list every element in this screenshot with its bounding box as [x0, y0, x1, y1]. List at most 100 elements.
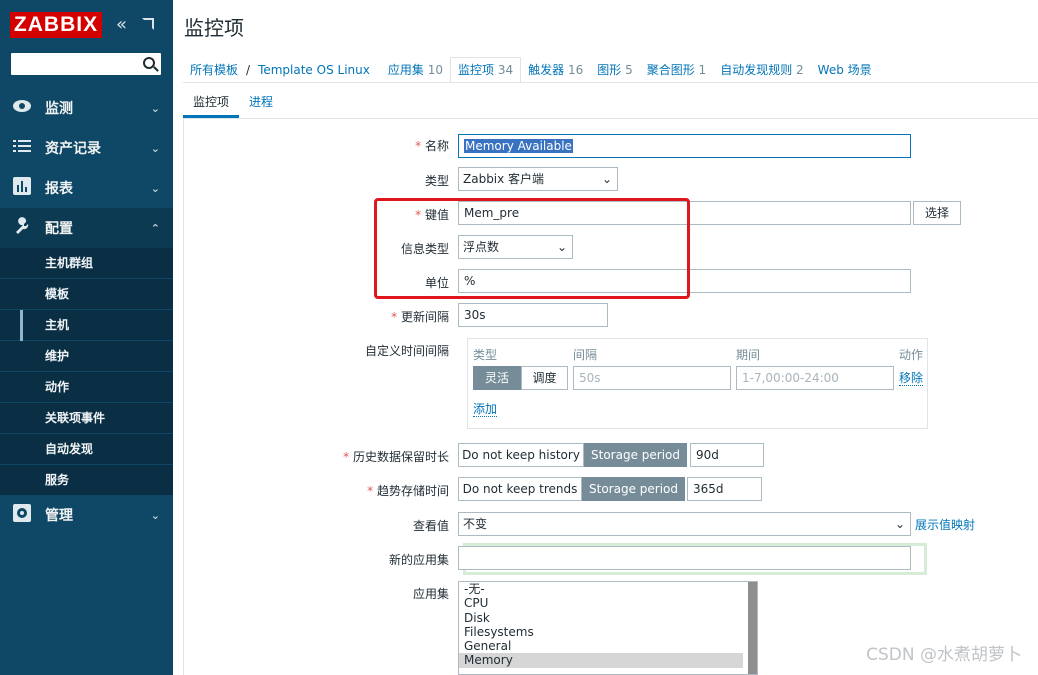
period-placeholder: 1-7,00:00-24:00 [742, 371, 839, 385]
list-icon [11, 139, 33, 157]
history-do-not-keep[interactable]: Do not keep history [458, 443, 584, 467]
form-tabs: 监控项 进程 [183, 88, 283, 118]
breadcrumb-all-templates[interactable]: 所有模板 [183, 58, 245, 82]
breadcrumb-items[interactable]: 监控项 34 [449, 57, 522, 83]
breadcrumb-divider [183, 82, 1038, 83]
breadcrumb-label: 监控项 [457, 63, 494, 77]
submenu-item-hosts[interactable]: 主机 [0, 310, 173, 341]
period-input[interactable]: 1-7,00:00-24:00 [736, 366, 894, 390]
trends-do-not-keep[interactable]: Do not keep trends [458, 477, 582, 501]
breadcrumb-label: 聚合图形 [646, 63, 695, 77]
chevron-down-icon: ⌄ [150, 141, 160, 155]
search-icon[interactable] [143, 57, 155, 69]
breadcrumb-applications[interactable]: 应用集 10 [381, 58, 450, 82]
key-select-button[interactable]: 选择 [913, 201, 961, 225]
type-value: Zabbix 客户端 [463, 172, 545, 186]
chevron-down-icon: ⌄ [894, 517, 905, 531]
kiosk-mode-icon[interactable] [142, 18, 154, 30]
update-interval-input[interactable]: 30s [458, 303, 608, 327]
header-action: 动作 [899, 348, 924, 362]
interval-input[interactable]: 50s [573, 366, 731, 390]
breadcrumb-screens[interactable]: 聚合图形 1 [640, 58, 713, 82]
type-label: 类型 [424, 174, 449, 188]
add-link[interactable]: 添加 [473, 402, 498, 417]
listbox-scrollbar[interactable] [748, 582, 757, 674]
breadcrumb-count: 1 [698, 63, 707, 77]
tab-preprocessing[interactable]: 进程 [239, 88, 283, 118]
breadcrumb-label: 自动发现规则 [720, 63, 793, 77]
application-option[interactable]: Disk [459, 611, 757, 625]
breadcrumb-web-scenarios[interactable]: Web 场景 [811, 58, 879, 82]
item-form: 名称 Memory Available 类型 Zabbix 客户端⌄ 键值 Me… [183, 119, 1038, 675]
submenu-item-actions[interactable]: 动作 [0, 372, 173, 403]
name-label: 名称 [184, 137, 449, 154]
tab-item[interactable]: 监控项 [183, 88, 240, 118]
breadcrumb-graphs[interactable]: 图形 5 [590, 58, 639, 82]
trends-label: 趋势存储时间 [184, 482, 449, 499]
flexible-toggle[interactable]: 灵活 [473, 366, 521, 390]
application-option-selected[interactable]: Memory [459, 653, 743, 668]
breadcrumb-count: 16 [567, 63, 584, 77]
interval-placeholder: 50s [579, 371, 601, 385]
zabbix-logo[interactable]: ZABBIX [10, 12, 102, 38]
submenu-item-services[interactable]: 服务 [0, 465, 173, 496]
main-content: 监控项 所有模板 / Template OS Linux 应用集 10 监控项 … [173, 0, 1038, 675]
breadcrumb: 所有模板 / Template OS Linux 应用集 10 监控项 34 触… [183, 57, 879, 83]
nav-label: 监测 [45, 101, 73, 117]
name-input[interactable]: Memory Available [458, 134, 911, 158]
trends-input[interactable]: 365d [687, 477, 762, 501]
annotation-highlight-box [374, 198, 690, 299]
nav-administration[interactable]: 管理 ⌄ [0, 495, 173, 535]
application-option[interactable]: CPU [459, 596, 757, 610]
submenu-item-maintenance[interactable]: 维护 [0, 341, 173, 372]
history-input[interactable]: 90d [690, 443, 764, 467]
chevron-down-icon: ⌄ [150, 101, 160, 115]
nav-reports[interactable]: 报表 ⌄ [0, 168, 173, 208]
breadcrumb-label: 应用集 [387, 63, 424, 77]
chevron-up-icon: ⌃ [150, 221, 160, 235]
application-option[interactable]: Filesystems [459, 625, 757, 639]
breadcrumb-template[interactable]: Template OS Linux [251, 58, 377, 82]
history-label: 历史数据保留时长 [184, 448, 449, 465]
page-title: 监控项 [184, 16, 244, 40]
nav-monitoring[interactable]: 监测 ⌄ [0, 88, 173, 128]
new-application-input[interactable] [458, 546, 911, 570]
header-interval: 间隔 [573, 348, 598, 362]
wrench-icon [11, 217, 33, 239]
nav-label: 管理 [45, 508, 73, 524]
show-value-label: 查看值 [412, 519, 449, 533]
collapse-sidebar-icon[interactable]: « [116, 14, 127, 35]
header-period: 期间 [736, 348, 761, 362]
submenu-item-templates[interactable]: 模板 [0, 279, 173, 310]
history-storage-period[interactable]: Storage period [584, 443, 687, 467]
breadcrumb-count: 2 [796, 63, 804, 77]
header-type: 类型 [473, 348, 498, 362]
application-option[interactable]: General [459, 639, 757, 653]
type-select[interactable]: Zabbix 客户端 ⌄ [458, 167, 618, 191]
sidebar-search-input[interactable] [10, 52, 162, 76]
trends-storage-period[interactable]: Storage period [582, 477, 685, 501]
name-value: Memory Available [464, 139, 573, 153]
breadcrumb-label: Web 场景 [817, 63, 872, 77]
submenu-item-discovery[interactable]: 自动发现 [0, 434, 173, 465]
custom-intervals-table: 类型 间隔 期间 动作 灵活 调度 50s 1-7,00:00-24:00 移除… [467, 338, 928, 429]
show-value-select[interactable]: 不变 ⌄ [458, 512, 911, 536]
submenu-item-correlation[interactable]: 关联项事件 [0, 403, 173, 434]
application-option[interactable]: -无- [459, 582, 757, 596]
applications-listbox[interactable]: -无- CPU Disk Filesystems General Memory [458, 581, 758, 675]
scheduling-toggle[interactable]: 调度 [521, 366, 568, 390]
breadcrumb-discovery-rules[interactable]: 自动发现规则 2 [713, 58, 810, 82]
show-value-value: 不变 [463, 517, 488, 531]
submenu-item-host-groups[interactable]: 主机群组 [0, 248, 173, 279]
breadcrumb-count: 5 [625, 63, 633, 77]
remove-link[interactable]: 移除 [899, 371, 924, 386]
nav-configuration[interactable]: 配置 ⌃ [0, 208, 173, 248]
chevron-down-icon: ⌄ [601, 172, 612, 186]
chevron-down-icon: ⌄ [150, 508, 160, 522]
applications-label: 应用集 [412, 587, 449, 601]
breadcrumb-triggers[interactable]: 触发器 16 [521, 58, 590, 82]
nav-inventory[interactable]: 资产记录 ⌄ [0, 128, 173, 168]
breadcrumb-count: 10 [427, 63, 443, 77]
show-value-mappings-link[interactable]: 展示值映射 [915, 518, 975, 532]
breadcrumb-count: 34 [497, 63, 514, 77]
